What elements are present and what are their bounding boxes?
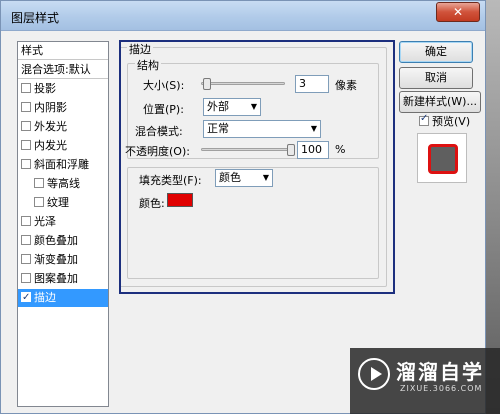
color-swatch[interactable] bbox=[167, 193, 193, 207]
checkbox-icon[interactable] bbox=[21, 83, 31, 93]
checkbox-icon[interactable] bbox=[21, 273, 31, 283]
ok-button[interactable]: 确定 bbox=[399, 41, 473, 63]
checkbox-icon[interactable] bbox=[21, 254, 31, 264]
checkbox-icon[interactable] bbox=[21, 140, 31, 150]
fill-type-value: 颜色 bbox=[219, 171, 241, 184]
window-title: 图层样式 bbox=[11, 11, 60, 25]
style-item-label: 内阴影 bbox=[34, 101, 67, 114]
preview-checkbox-icon[interactable] bbox=[419, 113, 429, 126]
size-label: 大小(S): bbox=[143, 79, 185, 92]
style-item-label: 斜面和浮雕 bbox=[34, 158, 89, 171]
position-label: 位置(P): bbox=[143, 103, 184, 116]
watermark: 溜溜自学 ZIXUE.3066.COM bbox=[350, 348, 500, 414]
checkbox-icon[interactable] bbox=[21, 235, 31, 245]
style-item-label: 颜色叠加 bbox=[34, 234, 78, 247]
style-item-label: 等高线 bbox=[47, 177, 80, 190]
opacity-label: 不透明度(O): bbox=[125, 145, 190, 158]
opacity-slider-thumb[interactable] bbox=[287, 144, 295, 156]
style-item-color-overlay[interactable]: 颜色叠加 bbox=[18, 232, 108, 250]
dropdown-arrow-icon: ▼ bbox=[310, 124, 317, 133]
style-item-label: 纹理 bbox=[47, 196, 69, 209]
color-label: 颜色: bbox=[139, 197, 165, 210]
style-item-texture[interactable]: 纹理 bbox=[18, 194, 108, 212]
title-bar: 图层样式 ✕ bbox=[1, 1, 485, 31]
style-item-stroke[interactable]: 描边 bbox=[18, 289, 108, 307]
size-input[interactable]: 3 bbox=[295, 75, 329, 93]
opacity-unit: % bbox=[335, 143, 346, 156]
stroke-settings-panel: 描边 结构 大小(S): 3 像素 位置(P): 外部 ▼ 混合模式: 正常 ▼ bbox=[115, 35, 387, 407]
preview-label: 预览(V) bbox=[432, 115, 471, 128]
close-button[interactable]: ✕ bbox=[436, 2, 480, 22]
opacity-input[interactable]: 100 bbox=[297, 141, 329, 159]
style-item-bevel-emboss[interactable]: 斜面和浮雕 bbox=[18, 156, 108, 174]
checkbox-icon[interactable] bbox=[21, 121, 31, 131]
preview-checkbox-row[interactable]: 预览(V) bbox=[419, 113, 470, 129]
style-item-inner-glow[interactable]: 内发光 bbox=[18, 137, 108, 155]
style-item-contour[interactable]: 等高线 bbox=[18, 175, 108, 193]
dropdown-arrow-icon: ▼ bbox=[262, 173, 269, 182]
style-item-label: 光泽 bbox=[34, 215, 56, 228]
style-item-label: 外发光 bbox=[34, 120, 67, 133]
blend-mode-select[interactable]: 正常 ▼ bbox=[203, 120, 321, 138]
style-item-drop-shadow[interactable]: 投影 bbox=[18, 80, 108, 98]
styles-header[interactable]: 样式 bbox=[18, 42, 108, 60]
new-style-button[interactable]: 新建样式(W)... bbox=[399, 91, 481, 113]
style-item-inner-shadow[interactable]: 内阴影 bbox=[18, 99, 108, 117]
blend-mode-label: 混合模式: bbox=[135, 125, 183, 138]
fill-type-label: 填充类型(F): bbox=[139, 174, 202, 187]
checkbox-icon[interactable] bbox=[21, 216, 31, 226]
blending-options-item[interactable]: 混合选项:默认 bbox=[18, 61, 108, 79]
style-item-satin[interactable]: 光泽 bbox=[18, 213, 108, 231]
dropdown-arrow-icon: ▼ bbox=[250, 102, 257, 111]
play-logo-icon bbox=[358, 358, 390, 390]
opacity-slider-track[interactable] bbox=[201, 148, 293, 151]
position-value: 外部 bbox=[207, 100, 229, 113]
style-item-label: 渐变叠加 bbox=[34, 253, 78, 266]
position-select[interactable]: 外部 ▼ bbox=[203, 98, 261, 116]
style-item-label: 描边 bbox=[34, 291, 56, 304]
styles-list: 样式 混合选项:默认 投影 内阴影 外发光 内发光 斜面和浮雕 等高线 纹理 光… bbox=[17, 41, 109, 407]
size-slider-thumb[interactable] bbox=[203, 78, 211, 90]
checkbox-checked-icon[interactable] bbox=[21, 289, 31, 307]
preview-thumbnail bbox=[417, 133, 467, 183]
style-item-outer-glow[interactable]: 外发光 bbox=[18, 118, 108, 136]
blend-mode-value: 正常 bbox=[207, 122, 229, 135]
checkbox-icon[interactable] bbox=[21, 102, 31, 112]
cancel-button[interactable]: 取消 bbox=[399, 67, 473, 89]
close-icon: ✕ bbox=[452, 5, 464, 19]
checkbox-icon[interactable] bbox=[34, 197, 44, 207]
checkbox-icon[interactable] bbox=[21, 159, 31, 169]
style-item-gradient-overlay[interactable]: 渐变叠加 bbox=[18, 251, 108, 269]
checkbox-icon[interactable] bbox=[34, 178, 44, 188]
stroke-group-title: 描边 bbox=[127, 41, 153, 57]
style-item-label: 内发光 bbox=[34, 139, 67, 152]
style-item-label: 图案叠加 bbox=[34, 272, 78, 285]
structure-group-title: 结构 bbox=[135, 57, 161, 73]
watermark-cn: 溜溜自学 bbox=[396, 360, 484, 384]
style-item-pattern-overlay[interactable]: 图案叠加 bbox=[18, 270, 108, 288]
style-item-label: 投影 bbox=[34, 82, 56, 95]
fill-type-select[interactable]: 颜色 ▼ bbox=[215, 169, 273, 187]
size-unit: 像素 bbox=[335, 79, 357, 92]
size-slider-track[interactable] bbox=[201, 82, 285, 85]
preview-swatch bbox=[428, 144, 458, 174]
watermark-en: ZIXUE.3066.COM bbox=[400, 384, 483, 393]
